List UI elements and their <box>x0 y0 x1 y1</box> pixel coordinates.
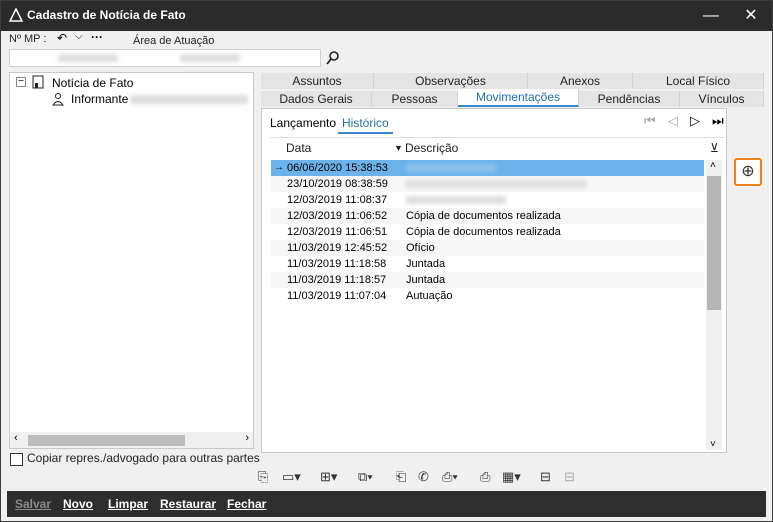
documents-icon[interactable]: ⎗ <box>396 469 406 485</box>
add-movement-button[interactable]: ⊕ <box>734 158 762 186</box>
scroll-thumb[interactable] <box>28 435 185 446</box>
document-icon <box>32 75 44 89</box>
table-row[interactable]: 12/03/2019 11:08:37 <box>271 192 704 208</box>
redacted-text <box>58 54 118 62</box>
column-header-descricao[interactable]: Descrição <box>405 139 458 157</box>
mp-input[interactable] <box>9 49 321 67</box>
area-label: Área de Atuação <box>133 35 215 47</box>
sort-icon[interactable]: ▼ <box>394 139 403 157</box>
last-record-icon[interactable]: ⏭ <box>712 113 724 129</box>
mp-label: Nº MP : <box>9 33 47 45</box>
plus-circle-icon: ⊕ <box>741 163 755 180</box>
horizontal-scrollbar[interactable]: ‹ › <box>10 432 253 448</box>
table-row[interactable]: 11/03/2019 12:45:52 Ofício <box>271 240 704 256</box>
table-row[interactable]: 12/03/2019 11:06:52 Cópia de documentos … <box>271 208 704 224</box>
print-icon[interactable]: ⎙▾ <box>442 469 458 485</box>
main-window: Cadastro de Notícia de Fato — ✕ Nº MP : … <box>0 0 773 522</box>
table-row[interactable]: 11/03/2019 11:18:58 Juntada <box>271 256 704 272</box>
restore-button[interactable]: Restaurar <box>160 497 216 511</box>
new-record-icon[interactable]: ⎘ <box>258 469 268 485</box>
vertical-scrollbar[interactable]: ˄ ˅ <box>706 160 722 450</box>
table-row[interactable]: 11/03/2019 11:07:04 Autuação <box>271 288 704 304</box>
hierarchy-icon[interactable]: ⊞▾ <box>320 469 337 485</box>
scroll-right-icon[interactable]: › <box>245 432 249 444</box>
save-button[interactable]: Salvar <box>15 497 51 511</box>
redacted-text <box>406 196 506 204</box>
collapse-icon[interactable]: − <box>16 77 26 87</box>
scroll-left-icon[interactable]: ‹ <box>14 432 18 444</box>
table-row[interactable]: → 06/06/2020 15:38:53 <box>271 160 704 176</box>
subtab-lancamento[interactable]: Lançamento <box>266 114 340 132</box>
clear-button[interactable]: Limpar <box>108 497 148 511</box>
scroll-up-icon[interactable]: ˄ <box>710 160 716 171</box>
disabled-action-icon: ⊟ <box>564 469 575 484</box>
close-button[interactable]: Fechar <box>227 497 266 511</box>
redacted-text <box>130 95 248 104</box>
copy-icon[interactable]: ⧉▾ <box>358 469 373 485</box>
app-logo-icon <box>9 8 23 22</box>
tab-anexos[interactable]: Anexos <box>528 73 633 89</box>
movimentacoes-panel: Lançamento Histórico ⏮ ◁ ▷ ⏭ Data ▼ Desc… <box>261 108 727 453</box>
tree-item-informante[interactable]: Informante <box>71 92 128 106</box>
table-row[interactable]: 23/10/2019 08:38:59 <box>271 176 704 192</box>
tab-dados-gerais[interactable]: Dados Gerais <box>261 91 372 107</box>
table-row[interactable]: 11/03/2019 11:18:57 Juntada <box>271 272 704 288</box>
person-icon <box>52 93 64 106</box>
undo-icon[interactable]: ↶ <box>57 31 67 45</box>
window-title: Cadastro de Notícia de Fato <box>27 8 186 22</box>
history-grid: Data ▼ Descrição ⊻ → 06/06/2020 15:38:53… <box>270 137 724 450</box>
chevron-down-icon[interactable]: ⌵ <box>75 31 83 42</box>
redacted-text <box>180 54 240 62</box>
filter-icon[interactable]: ⊻ <box>710 139 719 157</box>
calendar-icon[interactable]: ▦▾ <box>502 469 521 485</box>
tab-observacoes[interactable]: Observações <box>374 73 528 89</box>
new-button[interactable]: Novo <box>63 497 93 511</box>
subtab-historico[interactable]: Histórico <box>338 114 393 134</box>
previous-record-icon[interactable]: ◁ <box>668 113 678 129</box>
tab-assuntos[interactable]: Assuntos <box>261 73 374 89</box>
scroll-thumb[interactable] <box>707 176 721 310</box>
redacted-text <box>406 164 496 172</box>
footer-bar: Salvar Novo Limpar Restaurar Fechar <box>7 491 766 517</box>
phone-icon[interactable]: ✆ <box>418 469 429 485</box>
column-header-data[interactable]: Data <box>286 139 311 157</box>
search-icon[interactable] <box>326 51 340 65</box>
checkbox-box[interactable] <box>10 453 23 466</box>
tree-panel: − Notícia de Fato Informante ‹ › <box>9 72 254 449</box>
checkbox-label: Copiar repres./advogado para outras part… <box>27 451 260 465</box>
first-record-icon[interactable]: ⏮ <box>644 113 656 129</box>
close-window-button[interactable]: ✕ <box>731 1 771 31</box>
table-row[interactable]: 12/03/2019 11:06:51 Cópia de documentos … <box>271 224 704 240</box>
tab-local-fisico[interactable]: Local Físico <box>633 73 764 89</box>
current-row-arrow-icon: → <box>274 162 284 173</box>
redacted-text <box>406 180 586 188</box>
folder-icon[interactable]: ▭▾ <box>282 469 301 485</box>
tab-movimentacoes[interactable]: Movimentações <box>458 89 579 107</box>
minimize-button[interactable]: — <box>691 1 731 31</box>
tab-vinculos[interactable]: Vínculos <box>680 91 764 107</box>
tree-item-noticia[interactable]: Notícia de Fato <box>52 76 133 90</box>
label-icon[interactable]: ⊟ <box>540 469 551 485</box>
next-record-icon[interactable]: ▷ <box>690 113 700 129</box>
tab-pessoas[interactable]: Pessoas <box>372 91 458 107</box>
title-bar: Cadastro de Notícia de Fato — ✕ <box>1 1 772 31</box>
scroll-down-icon[interactable]: ˅ <box>710 439 716 450</box>
printer-icon[interactable]: ⎙ <box>480 469 490 485</box>
tab-pendencias[interactable]: Pendências <box>579 91 680 107</box>
more-icon[interactable]: ··· <box>91 30 103 44</box>
